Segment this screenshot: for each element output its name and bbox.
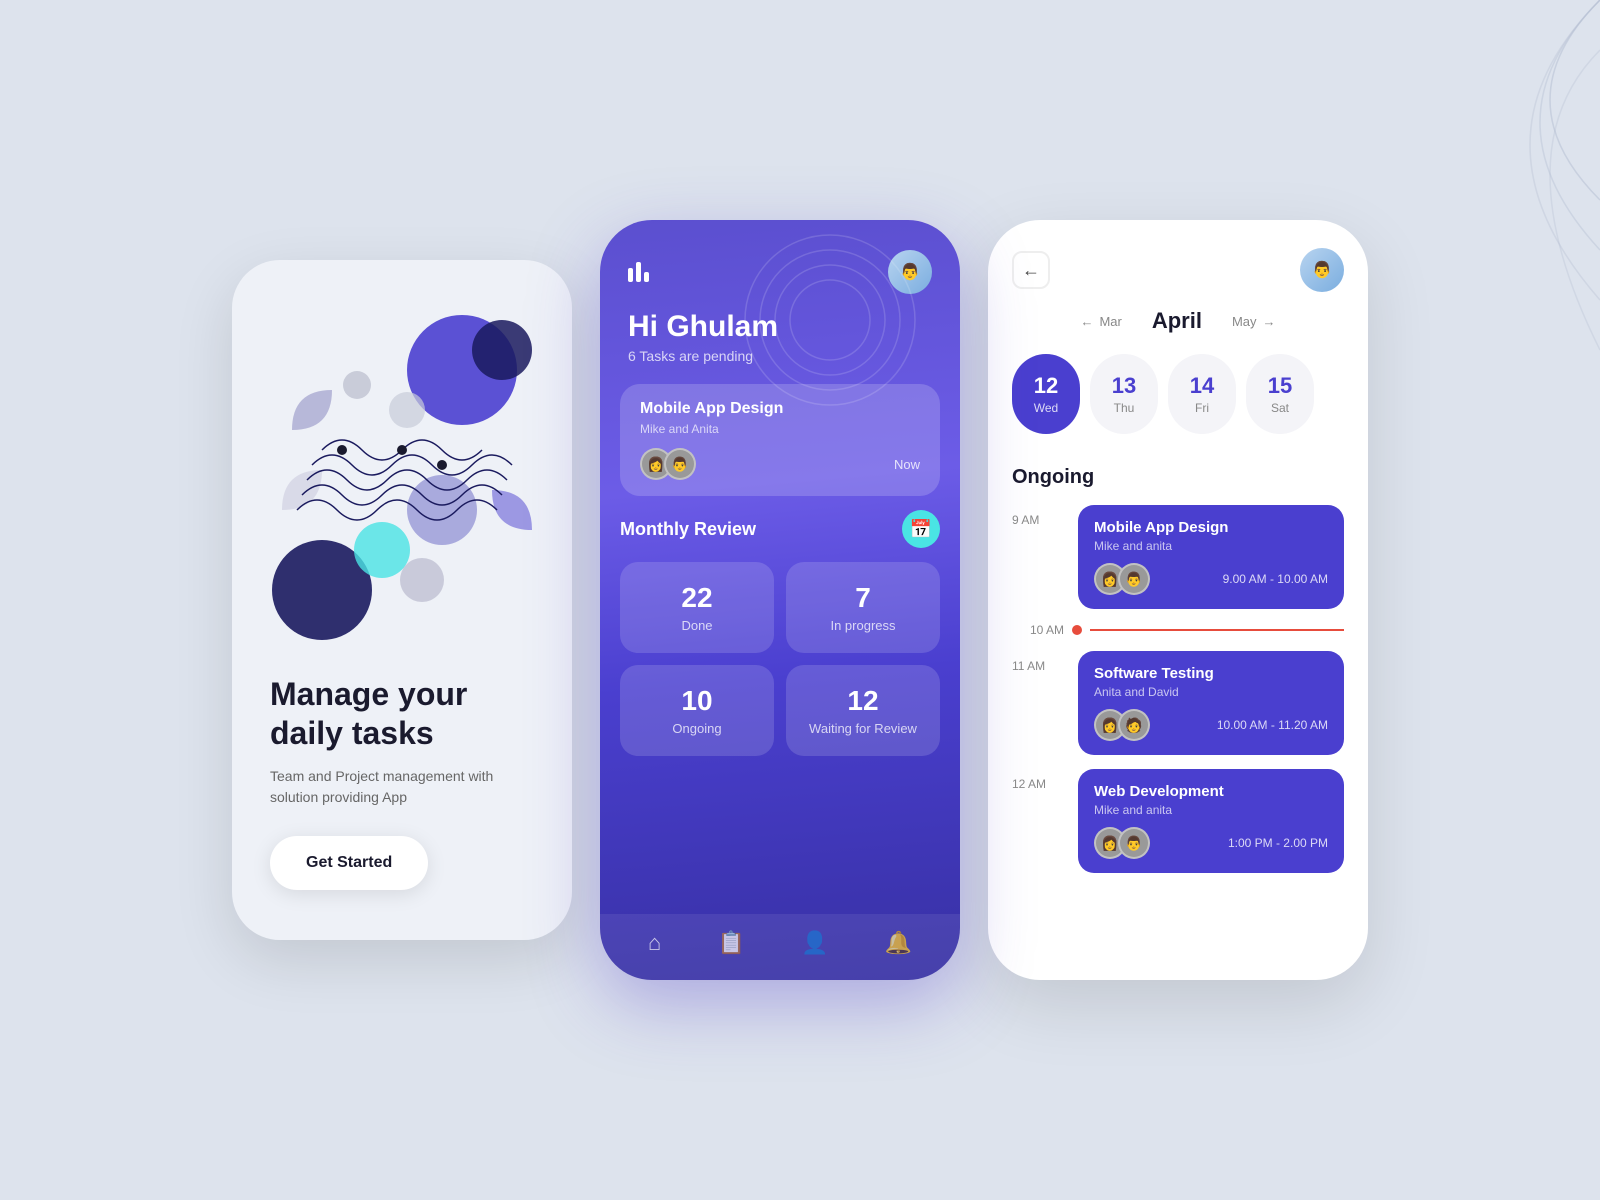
stat-inprogress: 7 In progress — [786, 562, 940, 653]
event-card-software-testing[interactable]: Software Testing Anita and David 👩 🧑 10.… — [1078, 651, 1344, 755]
user-avatar-calendar[interactable]: 👨 — [1300, 248, 1344, 292]
day-14-name: Fri — [1195, 401, 1209, 415]
day-15[interactable]: 15 Sat — [1246, 354, 1314, 434]
event-2-participants: Anita and David — [1094, 685, 1328, 699]
avatar-mike: 👨 — [664, 448, 696, 480]
nav-profile-icon[interactable]: 👤 — [801, 930, 828, 956]
event-2-time: 11 AM — [1012, 651, 1064, 673]
prev-arrow-icon: ← — [1080, 314, 1093, 329]
task-footer: 👩 👨 Now — [640, 448, 920, 480]
day-14-num: 14 — [1190, 373, 1214, 399]
event-card-mobile-app[interactable]: Mobile App Design Mike and anita 👩 👨 9.0… — [1078, 505, 1344, 609]
event-1-timerange: 9.00 AM - 10.00 AM — [1223, 572, 1328, 586]
stat-done: 22 Done — [620, 562, 774, 653]
day-12-name: Wed — [1034, 401, 1058, 415]
day-15-num: 15 — [1268, 373, 1292, 399]
event-1-participants: Mike and anita — [1094, 539, 1328, 553]
calendar-icon-btn[interactable]: 📅 — [902, 510, 940, 548]
events-timeline: 9 AM Mobile App Design Mike and anita 👩 … — [1012, 505, 1344, 873]
event-3-footer: 👩 👨 1:00 PM - 2.00 PM — [1094, 827, 1328, 859]
event-2-timerange: 10.00 AM - 11.20 AM — [1217, 718, 1328, 732]
onboarding-art — [262, 300, 542, 640]
stat-done-label: Done — [636, 618, 758, 633]
stats-grid: 22 Done 7 In progress 10 Ongoing 12 Wait… — [620, 562, 940, 756]
onboarding-subtitle: Team and Project management with solutio… — [270, 766, 534, 808]
onboarding-text: Manage your daily tasks Team and Project… — [262, 675, 542, 890]
task-time: Now — [894, 457, 920, 472]
event-1-time: 9 AM — [1012, 505, 1064, 527]
bottom-nav: ⌂ 📋 👤 🔔 — [600, 914, 960, 980]
calendar-header: ← 👨 — [988, 220, 1368, 308]
event-3-time: 12 AM — [1012, 769, 1064, 791]
event-2-title: Software Testing — [1094, 665, 1328, 682]
stat-ongoing-label: Ongoing — [636, 721, 758, 736]
event-3-title: Web Development — [1094, 783, 1328, 800]
event-3-timerange: 1:00 PM - 2.00 PM — [1228, 836, 1328, 850]
avatar-mike-1: 👨 — [1118, 563, 1150, 595]
get-started-button[interactable]: Get Started — [270, 836, 428, 890]
phone-calendar: ← 👨 ← Mar April May → 12 Wed — [988, 220, 1368, 980]
ongoing-section: Ongoing 9 AM Mobile App Design Mike and … — [988, 450, 1368, 980]
current-month: April — [1152, 308, 1202, 334]
month-navigation: ← Mar April May → — [1012, 308, 1344, 334]
nav-doc-icon[interactable]: 📋 — [717, 930, 744, 956]
stat-inprogress-label: In progress — [802, 618, 924, 633]
nav-bell-icon[interactable]: 🔔 — [884, 930, 911, 956]
monthly-review-title: Monthly Review — [620, 519, 756, 540]
event-3-avatars: 👩 👨 — [1094, 827, 1142, 859]
day-13-name: Thu — [1114, 401, 1135, 415]
rings-decoration — [740, 230, 920, 410]
event-1-footer: 👩 👨 9.00 AM - 10.00 AM — [1094, 563, 1328, 595]
monthly-review-section: Monthly Review 📅 22 Done 7 In progress 1… — [620, 510, 940, 756]
days-row: 12 Wed 13 Thu 14 Fri 15 Sat — [1012, 354, 1344, 434]
red-line-indicator — [1090, 629, 1344, 631]
event-1: 9 AM Mobile App Design Mike and anita 👩 … — [1012, 505, 1344, 609]
phone-onboarding: Manage your daily tasks Team and Project… — [232, 260, 572, 940]
ongoing-title: Ongoing — [1012, 466, 1344, 489]
stat-waiting: 12 Waiting for Review — [786, 665, 940, 756]
day-12-num: 12 — [1034, 373, 1058, 399]
event-2-footer: 👩 🧑 10.00 AM - 11.20 AM — [1094, 709, 1328, 741]
task-avatars: 👩 👨 — [640, 448, 688, 480]
day-13-num: 13 — [1112, 373, 1136, 399]
day-12[interactable]: 12 Wed — [1012, 354, 1080, 434]
stat-waiting-number: 12 — [802, 685, 924, 717]
red-dot-indicator — [1072, 625, 1082, 635]
next-month-btn[interactable]: May → — [1232, 314, 1276, 329]
stat-waiting-label: Waiting for Review — [802, 721, 924, 736]
phones-container: Manage your daily tasks Team and Project… — [232, 220, 1368, 980]
stat-ongoing: 10 Ongoing — [620, 665, 774, 756]
event-1-title: Mobile App Design — [1094, 519, 1328, 536]
back-button[interactable]: ← — [1012, 251, 1050, 289]
phone-dashboard: 👨 Hi Ghulam 6 Tasks are pending Mobile A… — [600, 220, 960, 980]
event-2-avatars: 👩 🧑 — [1094, 709, 1142, 741]
current-time-indicator: 10 AM — [1012, 623, 1344, 637]
next-arrow-icon: → — [1263, 314, 1276, 329]
bar-chart-icon — [628, 262, 649, 282]
prev-month-label: Mar — [1099, 314, 1121, 329]
event-3-participants: Mike and anita — [1094, 803, 1328, 817]
day-13[interactable]: 13 Thu — [1090, 354, 1158, 434]
avatar-mike-3: 👨 — [1118, 827, 1150, 859]
avatar-david-2: 🧑 — [1118, 709, 1150, 741]
event-3: 12 AM Web Development Mike and anita 👩 👨… — [1012, 769, 1344, 873]
onboarding-title: Manage your daily tasks — [270, 675, 534, 752]
prev-month-btn[interactable]: ← Mar — [1080, 314, 1121, 329]
day-14[interactable]: 14 Fri — [1168, 354, 1236, 434]
day-15-name: Sat — [1271, 401, 1289, 415]
monthly-review-header: Monthly Review 📅 — [620, 510, 940, 548]
stat-ongoing-number: 10 — [636, 685, 758, 717]
event-2: 11 AM Software Testing Anita and David 👩… — [1012, 651, 1344, 755]
next-month-label: May — [1232, 314, 1257, 329]
stat-done-number: 22 — [636, 582, 758, 614]
event-1-avatars: 👩 👨 — [1094, 563, 1142, 595]
event-card-web-dev[interactable]: Web Development Mike and anita 👩 👨 1:00 … — [1078, 769, 1344, 873]
current-time-label: 10 AM — [1012, 623, 1064, 637]
calendar-nav: ← Mar April May → 12 Wed 13 Thu — [988, 308, 1368, 450]
stat-inprogress-number: 7 — [802, 582, 924, 614]
nav-home-icon[interactable]: ⌂ — [648, 930, 661, 956]
task-participants: Mike and Anita — [640, 422, 920, 436]
